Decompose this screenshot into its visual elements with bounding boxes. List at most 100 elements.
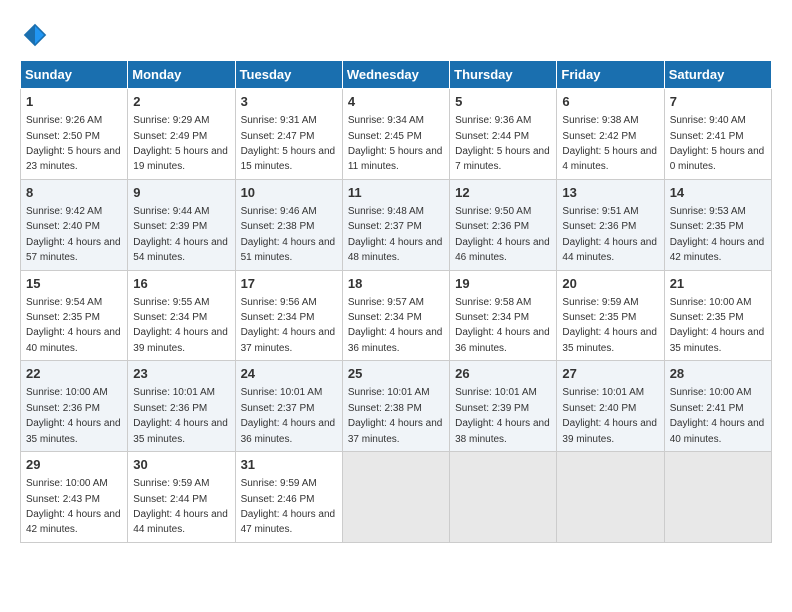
day-number: 4 bbox=[348, 93, 444, 111]
day-info: Sunrise: 9:57 AMSunset: 2:34 PMDaylight:… bbox=[348, 297, 443, 354]
calendar-cell: 4 Sunrise: 9:34 AMSunset: 2:45 PMDayligh… bbox=[342, 89, 449, 180]
day-number: 20 bbox=[562, 275, 658, 293]
day-number: 28 bbox=[670, 365, 766, 383]
day-info: Sunrise: 10:01 AMSunset: 2:38 PMDaylight… bbox=[348, 387, 443, 444]
calendar-cell: 27 Sunrise: 10:01 AMSunset: 2:40 PMDayli… bbox=[557, 361, 664, 452]
day-number: 31 bbox=[241, 456, 337, 474]
day-number: 19 bbox=[455, 275, 551, 293]
day-info: Sunrise: 9:56 AMSunset: 2:34 PMDaylight:… bbox=[241, 297, 336, 354]
calendar-cell: 18 Sunrise: 9:57 AMSunset: 2:34 PMDaylig… bbox=[342, 270, 449, 361]
day-info: Sunrise: 9:59 AMSunset: 2:46 PMDaylight:… bbox=[241, 478, 336, 535]
calendar-cell: 28 Sunrise: 10:00 AMSunset: 2:41 PMDayli… bbox=[664, 361, 771, 452]
calendar-cell: 29 Sunrise: 10:00 AMSunset: 2:43 PMDayli… bbox=[21, 452, 128, 543]
day-number: 30 bbox=[133, 456, 229, 474]
calendar-cell bbox=[342, 452, 449, 543]
day-info: Sunrise: 9:58 AMSunset: 2:34 PMDaylight:… bbox=[455, 297, 550, 354]
calendar-week-row: 8 Sunrise: 9:42 AMSunset: 2:40 PMDayligh… bbox=[21, 179, 772, 270]
day-number: 10 bbox=[241, 184, 337, 202]
day-number: 14 bbox=[670, 184, 766, 202]
day-number: 26 bbox=[455, 365, 551, 383]
day-number: 15 bbox=[26, 275, 122, 293]
calendar-cell: 6 Sunrise: 9:38 AMSunset: 2:42 PMDayligh… bbox=[557, 89, 664, 180]
calendar-week-row: 29 Sunrise: 10:00 AMSunset: 2:43 PMDayli… bbox=[21, 452, 772, 543]
calendar-cell: 13 Sunrise: 9:51 AMSunset: 2:36 PMDaylig… bbox=[557, 179, 664, 270]
day-number: 12 bbox=[455, 184, 551, 202]
logo bbox=[20, 20, 54, 50]
calendar-cell: 26 Sunrise: 10:01 AMSunset: 2:39 PMDayli… bbox=[450, 361, 557, 452]
weekday-header: Friday bbox=[557, 61, 664, 89]
day-info: Sunrise: 9:44 AMSunset: 2:39 PMDaylight:… bbox=[133, 206, 228, 263]
logo-icon bbox=[20, 20, 50, 50]
day-info: Sunrise: 9:29 AMSunset: 2:49 PMDaylight:… bbox=[133, 115, 228, 172]
day-number: 9 bbox=[133, 184, 229, 202]
calendar-cell: 1 Sunrise: 9:26 AMSunset: 2:50 PMDayligh… bbox=[21, 89, 128, 180]
calendar-cell: 12 Sunrise: 9:50 AMSunset: 2:36 PMDaylig… bbox=[450, 179, 557, 270]
day-info: Sunrise: 9:59 AMSunset: 2:44 PMDaylight:… bbox=[133, 478, 228, 535]
day-number: 13 bbox=[562, 184, 658, 202]
calendar-cell: 8 Sunrise: 9:42 AMSunset: 2:40 PMDayligh… bbox=[21, 179, 128, 270]
day-info: Sunrise: 9:42 AMSunset: 2:40 PMDaylight:… bbox=[26, 206, 121, 263]
day-number: 3 bbox=[241, 93, 337, 111]
day-info: Sunrise: 9:53 AMSunset: 2:35 PMDaylight:… bbox=[670, 206, 765, 263]
calendar-table: SundayMondayTuesdayWednesdayThursdayFrid… bbox=[20, 60, 772, 543]
day-number: 18 bbox=[348, 275, 444, 293]
day-info: Sunrise: 10:01 AMSunset: 2:39 PMDaylight… bbox=[455, 387, 550, 444]
day-number: 29 bbox=[26, 456, 122, 474]
calendar-cell: 17 Sunrise: 9:56 AMSunset: 2:34 PMDaylig… bbox=[235, 270, 342, 361]
calendar-cell: 24 Sunrise: 10:01 AMSunset: 2:37 PMDayli… bbox=[235, 361, 342, 452]
calendar-cell: 14 Sunrise: 9:53 AMSunset: 2:35 PMDaylig… bbox=[664, 179, 771, 270]
calendar-cell: 11 Sunrise: 9:48 AMSunset: 2:37 PMDaylig… bbox=[342, 179, 449, 270]
day-number: 11 bbox=[348, 184, 444, 202]
day-info: Sunrise: 9:46 AMSunset: 2:38 PMDaylight:… bbox=[241, 206, 336, 263]
calendar-cell: 20 Sunrise: 9:59 AMSunset: 2:35 PMDaylig… bbox=[557, 270, 664, 361]
day-number: 27 bbox=[562, 365, 658, 383]
calendar-cell: 15 Sunrise: 9:54 AMSunset: 2:35 PMDaylig… bbox=[21, 270, 128, 361]
day-info: Sunrise: 9:55 AMSunset: 2:34 PMDaylight:… bbox=[133, 297, 228, 354]
day-number: 21 bbox=[670, 275, 766, 293]
calendar-week-row: 1 Sunrise: 9:26 AMSunset: 2:50 PMDayligh… bbox=[21, 89, 772, 180]
day-info: Sunrise: 9:54 AMSunset: 2:35 PMDaylight:… bbox=[26, 297, 121, 354]
day-number: 5 bbox=[455, 93, 551, 111]
calendar-cell: 22 Sunrise: 10:00 AMSunset: 2:36 PMDayli… bbox=[21, 361, 128, 452]
calendar-week-row: 22 Sunrise: 10:00 AMSunset: 2:36 PMDayli… bbox=[21, 361, 772, 452]
day-info: Sunrise: 9:34 AMSunset: 2:45 PMDaylight:… bbox=[348, 115, 443, 172]
weekday-header: Saturday bbox=[664, 61, 771, 89]
calendar-cell: 23 Sunrise: 10:01 AMSunset: 2:36 PMDayli… bbox=[128, 361, 235, 452]
calendar-cell: 31 Sunrise: 9:59 AMSunset: 2:46 PMDaylig… bbox=[235, 452, 342, 543]
day-info: Sunrise: 10:01 AMSunset: 2:40 PMDaylight… bbox=[562, 387, 657, 444]
day-number: 24 bbox=[241, 365, 337, 383]
day-info: Sunrise: 9:26 AMSunset: 2:50 PMDaylight:… bbox=[26, 115, 121, 172]
day-info: Sunrise: 9:31 AMSunset: 2:47 PMDaylight:… bbox=[241, 115, 336, 172]
calendar-week-row: 15 Sunrise: 9:54 AMSunset: 2:35 PMDaylig… bbox=[21, 270, 772, 361]
day-number: 22 bbox=[26, 365, 122, 383]
day-number: 25 bbox=[348, 365, 444, 383]
calendar-cell bbox=[450, 452, 557, 543]
day-info: Sunrise: 9:48 AMSunset: 2:37 PMDaylight:… bbox=[348, 206, 443, 263]
calendar-cell: 16 Sunrise: 9:55 AMSunset: 2:34 PMDaylig… bbox=[128, 270, 235, 361]
day-number: 23 bbox=[133, 365, 229, 383]
calendar-cell: 10 Sunrise: 9:46 AMSunset: 2:38 PMDaylig… bbox=[235, 179, 342, 270]
page-header bbox=[20, 20, 772, 50]
day-info: Sunrise: 9:38 AMSunset: 2:42 PMDaylight:… bbox=[562, 115, 657, 172]
day-info: Sunrise: 10:01 AMSunset: 2:36 PMDaylight… bbox=[133, 387, 228, 444]
day-info: Sunrise: 10:00 AMSunset: 2:41 PMDaylight… bbox=[670, 387, 765, 444]
calendar-cell: 25 Sunrise: 10:01 AMSunset: 2:38 PMDayli… bbox=[342, 361, 449, 452]
calendar-cell: 19 Sunrise: 9:58 AMSunset: 2:34 PMDaylig… bbox=[450, 270, 557, 361]
calendar-header-row: SundayMondayTuesdayWednesdayThursdayFrid… bbox=[21, 61, 772, 89]
calendar-cell: 5 Sunrise: 9:36 AMSunset: 2:44 PMDayligh… bbox=[450, 89, 557, 180]
day-info: Sunrise: 9:59 AMSunset: 2:35 PMDaylight:… bbox=[562, 297, 657, 354]
day-info: Sunrise: 9:36 AMSunset: 2:44 PMDaylight:… bbox=[455, 115, 550, 172]
calendar-cell: 9 Sunrise: 9:44 AMSunset: 2:39 PMDayligh… bbox=[128, 179, 235, 270]
weekday-header: Wednesday bbox=[342, 61, 449, 89]
calendar-cell: 3 Sunrise: 9:31 AMSunset: 2:47 PMDayligh… bbox=[235, 89, 342, 180]
day-number: 17 bbox=[241, 275, 337, 293]
day-info: Sunrise: 9:40 AMSunset: 2:41 PMDaylight:… bbox=[670, 115, 765, 172]
weekday-header: Tuesday bbox=[235, 61, 342, 89]
day-number: 7 bbox=[670, 93, 766, 111]
calendar-cell: 2 Sunrise: 9:29 AMSunset: 2:49 PMDayligh… bbox=[128, 89, 235, 180]
day-info: Sunrise: 9:50 AMSunset: 2:36 PMDaylight:… bbox=[455, 206, 550, 263]
weekday-header: Sunday bbox=[21, 61, 128, 89]
day-number: 6 bbox=[562, 93, 658, 111]
day-number: 16 bbox=[133, 275, 229, 293]
day-info: Sunrise: 10:00 AMSunset: 2:43 PMDaylight… bbox=[26, 478, 121, 535]
